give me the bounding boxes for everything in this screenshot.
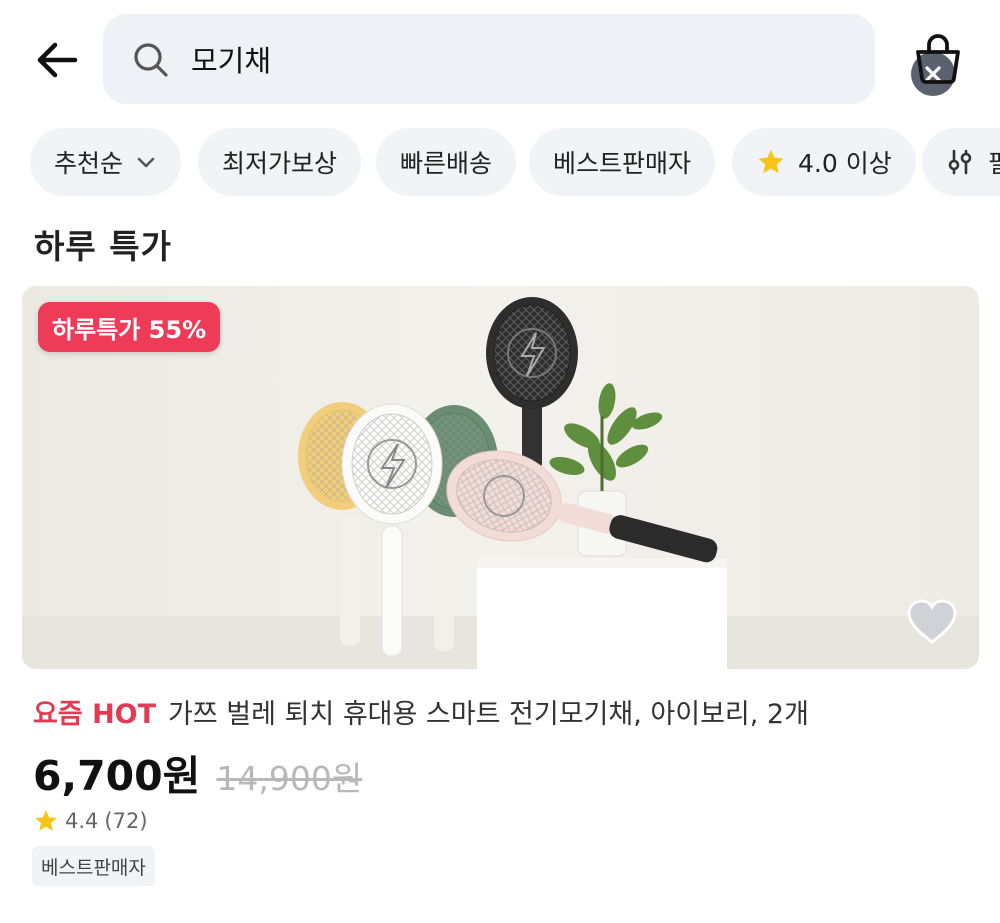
search-icon bbox=[134, 43, 168, 77]
review-count: (72) bbox=[104, 809, 148, 833]
best-seller-chip[interactable]: 베스트판매자 bbox=[529, 128, 716, 196]
chip-label: 필터 bbox=[988, 149, 1000, 178]
sliders-icon bbox=[948, 149, 972, 175]
hot-tag: 요즘 HOT bbox=[33, 699, 157, 730]
filter-chips: 추천순 최저가보상 빠른배송 베스트판매자 4.0 이상 필터 bbox=[30, 128, 1000, 198]
fast-delivery-chip[interactable]: 빠른배송 bbox=[376, 128, 517, 196]
chip-label: 추천순 bbox=[54, 149, 124, 178]
back-button[interactable] bbox=[30, 36, 84, 84]
chip-label: 4.0 이상 bbox=[798, 149, 892, 178]
search-input[interactable] bbox=[191, 34, 871, 84]
rating-chip[interactable]: 4.0 이상 bbox=[732, 128, 916, 196]
product-title[interactable]: 요즘 HOT 가쯔 벌레 퇴치 휴대용 스마트 전기모기채, 아이보리, 2개 bbox=[33, 692, 809, 731]
heart-icon bbox=[907, 599, 957, 644]
sort-chip[interactable]: 추천순 bbox=[30, 128, 182, 196]
search-bar[interactable] bbox=[103, 14, 955, 104]
chip-label: 베스트판매자 bbox=[553, 149, 692, 178]
chevron-down-icon bbox=[137, 157, 155, 168]
section-title: 하루 특가 bbox=[34, 227, 172, 266]
price-row: 6,700원 14,900원 bbox=[33, 742, 362, 802]
arrow-left-icon bbox=[37, 42, 78, 78]
star-icon bbox=[35, 810, 57, 831]
sale-price: 6,700원 bbox=[33, 752, 201, 800]
shopping-bag-icon bbox=[916, 34, 960, 84]
star-icon bbox=[758, 149, 784, 174]
filter-chip[interactable]: 필터 bbox=[922, 128, 1000, 196]
lowest-price-chip[interactable]: 최저가보상 bbox=[198, 128, 362, 196]
chip-label: 빠른배송 bbox=[400, 149, 493, 178]
discount-badge: 하루특가 55% bbox=[38, 302, 221, 352]
cart-button[interactable] bbox=[912, 32, 964, 86]
chip-label: 최저가보상 bbox=[222, 149, 338, 178]
wishlist-button[interactable] bbox=[906, 598, 958, 646]
product-image[interactable]: 하루특가 55% bbox=[22, 286, 979, 669]
top-bar bbox=[0, 0, 1000, 120]
rating-row: 4.4 (72) bbox=[33, 808, 148, 834]
original-price: 14,900원 bbox=[216, 759, 363, 798]
product-name: 가쯔 벌레 퇴치 휴대용 스마트 전기모기채, 아이보리, 2개 bbox=[168, 699, 809, 730]
rating-value: 4.4 bbox=[65, 809, 99, 833]
best-seller-badge: 베스트판매자 bbox=[32, 846, 155, 886]
